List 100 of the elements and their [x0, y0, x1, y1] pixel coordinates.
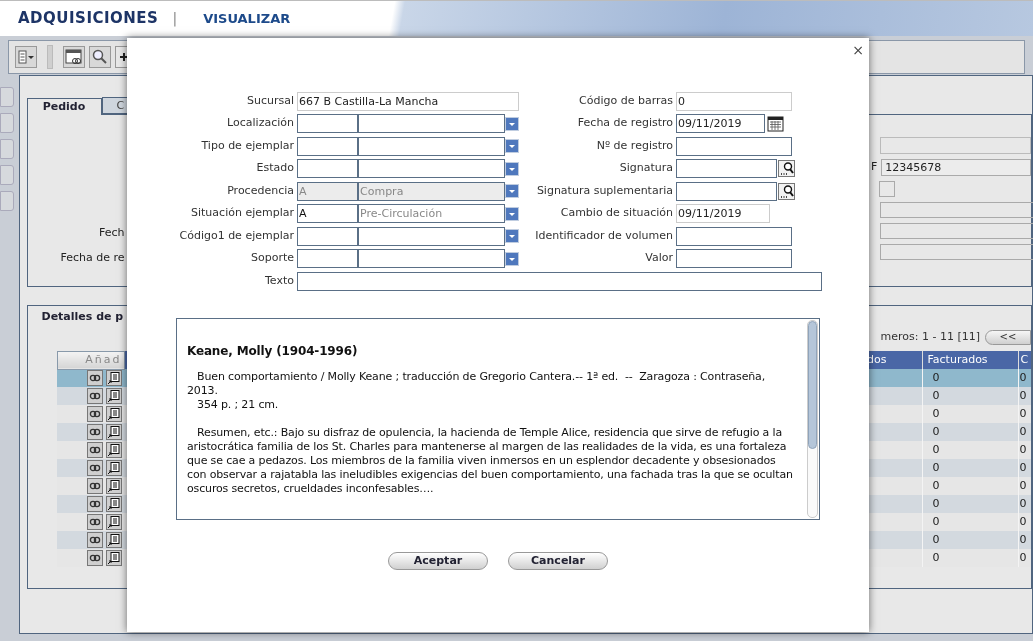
note-icon[interactable] — [106, 441, 122, 458]
window-link-icon[interactable] — [63, 46, 85, 68]
summary-paragraph: Resumen, etc.: Bajo su disfraz de opulencia, la hacienda de Temple Alice, residencia que sirve de refugio a la aristocrática familia de los St. Charles para mantenerse al margen de las realidades de la vida, es una fortaleza que se cae a pedazos. Los miembros de la familia viven inmersos en un esplendor decadente y obsesionados con observar a rajatabla las ineludibles exigencias del buen comportamiento, una fachada tras la que se ocultan oscuros secretos, crueldades inconfesables…. — [187, 426, 794, 496]
search-icon[interactable] — [778, 182, 795, 200]
dropdown-icon[interactable] — [505, 229, 519, 243]
row-actions-cell[interactable] — [57, 495, 124, 513]
note-icon[interactable] — [106, 513, 122, 530]
link-icon[interactable] — [87, 387, 103, 404]
table-cell: 0 — [1018, 477, 1031, 495]
row-actions-cell[interactable] — [57, 477, 124, 495]
row-actions-cell[interactable] — [57, 459, 124, 477]
input-field[interactable] — [358, 226, 505, 246]
input-field[interactable] — [676, 136, 792, 156]
note-icon[interactable] — [106, 495, 122, 512]
input-field[interactable] — [358, 114, 505, 133]
note-icon[interactable] — [106, 405, 122, 422]
field-label: Código de barras — [578, 92, 674, 109]
search-icon[interactable] — [778, 160, 795, 177]
input-field[interactable]: 667 B Castilla-La Mancha — [297, 91, 519, 111]
row-actions-cell[interactable] — [57, 405, 124, 423]
field-label: Localización — [226, 115, 295, 132]
dropdown-icon[interactable] — [505, 116, 519, 131]
table-cell: 0 — [922, 549, 1018, 567]
input-field[interactable] — [676, 249, 792, 268]
input-field[interactable]: 09/11/2019 — [676, 114, 765, 133]
field-label: Fecha de registro — [576, 115, 674, 132]
field-label: Situación ejemplar — [190, 205, 295, 222]
table-cell: 0 — [1018, 513, 1031, 531]
input-field[interactable]: 12345678 — [881, 159, 1031, 176]
input-field[interactable] — [358, 136, 505, 156]
calendar-icon[interactable] — [767, 115, 784, 132]
table-cell: 0 — [1018, 441, 1031, 459]
dropdown-icon[interactable] — [505, 184, 519, 198]
scrollbar[interactable] — [807, 320, 818, 518]
field-label: Código1 de ejemplar — [178, 227, 295, 244]
dropdown-icon[interactable] — [505, 161, 519, 176]
input-field[interactable]: Pre-Circulación — [358, 204, 505, 223]
input-field[interactable] — [676, 159, 777, 178]
section-title: VISUALIZAR — [203, 9, 291, 28]
input-field[interactable] — [297, 249, 358, 268]
input-field[interactable]: 0 — [676, 91, 792, 111]
description-line: Buen comportamiento / Molly Keane ; traducción de Gregorio Cantera.-- 1ª ed. -- Zaragoza : Contraseña, 2013. — [187, 370, 767, 398]
note-icon[interactable] — [106, 370, 122, 386]
row-actions-cell[interactable] — [57, 423, 124, 441]
input-field[interactable]: 09/11/2019 — [676, 204, 770, 223]
link-icon[interactable] — [87, 513, 103, 530]
dialog-button[interactable]: Cancelar — [508, 552, 608, 570]
row-actions-cell[interactable] — [57, 387, 124, 405]
input-field[interactable] — [297, 271, 822, 291]
input-field[interactable] — [358, 159, 505, 178]
dropdown-icon[interactable] — [505, 251, 519, 266]
field-label: Valor — [644, 250, 674, 267]
panel-title: Detalles de p — [41, 309, 124, 325]
field-label: Fech — [99, 225, 125, 241]
link-icon[interactable] — [87, 477, 103, 494]
input-field[interactable] — [676, 181, 777, 201]
row-actions-cell[interactable] — [57, 441, 124, 459]
input-field[interactable] — [676, 226, 792, 246]
first-page-button[interactable]: << — [985, 329, 1031, 345]
input-field[interactable] — [880, 223, 1033, 239]
input-field[interactable] — [297, 114, 358, 133]
field-label: Signatura — [618, 160, 674, 177]
search-icon[interactable] — [89, 46, 111, 68]
field-label: F — [871, 159, 878, 176]
note-icon[interactable] — [106, 459, 122, 476]
input-field[interactable] — [358, 249, 505, 268]
input-field[interactable] — [879, 181, 895, 197]
tab[interactable]: Pedido — [26, 98, 102, 115]
input-field[interactable] — [297, 226, 358, 246]
table-cell: 0 — [1018, 549, 1031, 567]
table-cell: 0 — [1018, 495, 1031, 513]
row-actions-cell[interactable] — [57, 513, 124, 531]
dialog-button[interactable]: Aceptar — [388, 552, 488, 570]
link-icon[interactable] — [87, 495, 103, 512]
link-icon[interactable] — [87, 370, 103, 386]
input-field[interactable] — [297, 136, 358, 156]
input-field[interactable] — [297, 159, 358, 178]
note-icon[interactable] — [106, 423, 122, 440]
note-icon[interactable] — [106, 387, 122, 404]
dropdown-icon[interactable] — [505, 206, 519, 221]
row-actions-cell[interactable] — [57, 531, 124, 549]
input-field[interactable]: A — [297, 204, 358, 223]
input-field[interactable] — [880, 244, 1033, 260]
field-label: Estado — [255, 160, 295, 177]
link-icon[interactable] — [87, 531, 103, 548]
table-cell: 0 — [1018, 531, 1031, 549]
link-icon[interactable] — [87, 423, 103, 440]
dropdown-icon[interactable] — [505, 139, 519, 153]
note-icon[interactable] — [106, 531, 122, 548]
note-icon[interactable] — [106, 477, 122, 494]
field-label: Fecha de re — [60, 249, 125, 266]
link-icon[interactable] — [87, 441, 103, 458]
link-icon[interactable] — [87, 405, 103, 422]
input-field[interactable] — [880, 202, 1033, 218]
link-icon[interactable] — [87, 549, 103, 566]
link-icon[interactable] — [87, 459, 103, 476]
note-icon[interactable] — [106, 549, 122, 566]
close-button[interactable]: × — [852, 43, 864, 57]
list-menu-icon[interactable] — [15, 46, 37, 68]
field-label: Soporte — [249, 250, 295, 267]
